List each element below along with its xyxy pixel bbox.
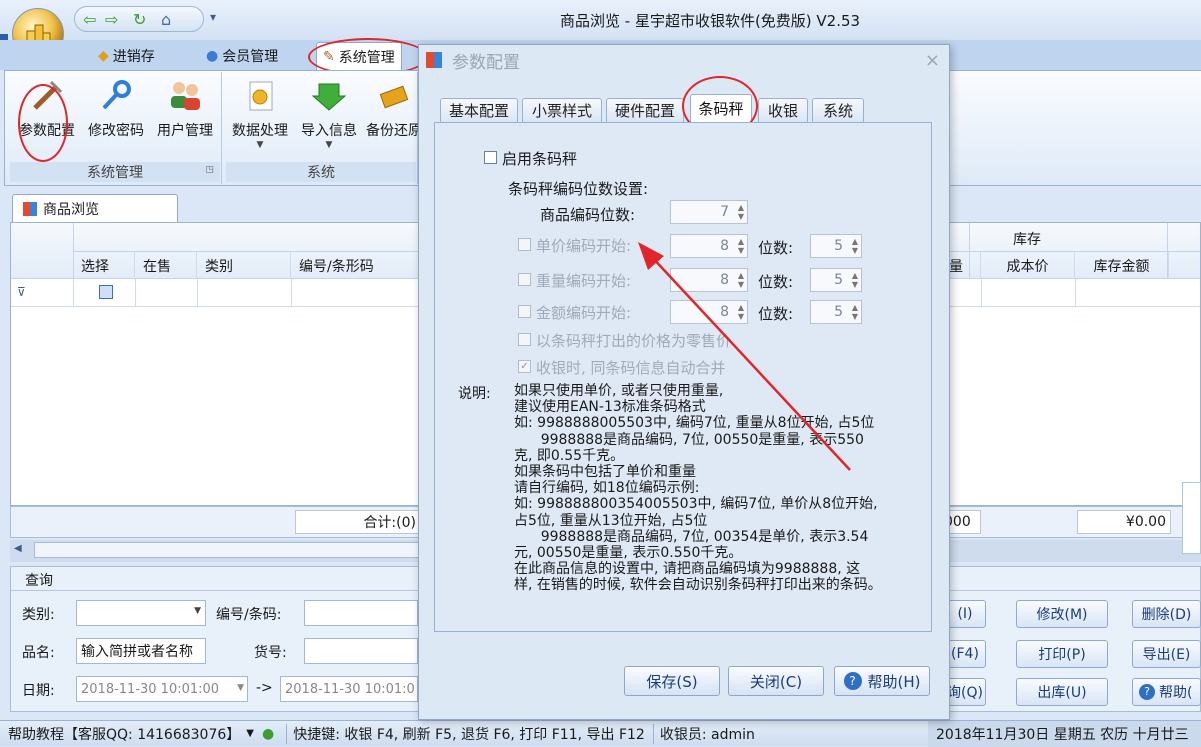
- backup-restore-button[interactable]: 备份还原: [366, 78, 418, 148]
- side-panel-edge: [1182, 482, 1201, 554]
- shortcuts-text: 快捷键: 收银 F4, 刷新 F5, 退货 F6, 打印 F11, 导出 F12: [286, 723, 645, 744]
- tab-hardware-config[interactable]: 硬件配置: [606, 98, 684, 122]
- col-cost-price[interactable]: 成本价: [981, 252, 1075, 279]
- dialog-close-icon[interactable]: ×: [925, 50, 940, 71]
- weight-checkbox[interactable]: [518, 273, 531, 286]
- print-button[interactable]: 打印(P): [1016, 640, 1108, 668]
- col-select[interactable]: 选择: [73, 252, 135, 279]
- edit-button[interactable]: 修改(M): [1016, 600, 1108, 628]
- annotation-arrow: [638, 242, 851, 471]
- qat-dropdown-icon[interactable]: ▾: [210, 10, 216, 24]
- note-label: 说明:: [458, 386, 491, 402]
- export-button[interactable]: 导出(E): [1132, 640, 1201, 668]
- merge-checkbox[interactable]: ✓: [518, 360, 531, 373]
- gear-document-icon: [242, 78, 278, 114]
- delete-button[interactable]: 删除(D): [1132, 600, 1201, 628]
- name-label: 品名:: [22, 645, 55, 661]
- group-header-stock: 库存: [1013, 232, 1041, 248]
- sum-count: 合计:(0): [295, 510, 421, 534]
- date-label: 日期:: [22, 683, 55, 699]
- unit-price-checkbox[interactable]: [518, 238, 531, 251]
- import-info-button[interactable]: 导入信息 ▼: [296, 78, 362, 150]
- name-input[interactable]: 输入简拼或者名称: [76, 638, 206, 664]
- category-label: 类别:: [22, 607, 55, 623]
- help-tutorial-link[interactable]: 帮助教程【客服QQ: 1416683076】: [0, 724, 240, 744]
- query-button[interactable]: 询(Q): [944, 678, 986, 706]
- scroll-thumb[interactable]: [34, 542, 424, 558]
- col-code-barcode[interactable]: 编号/条形码: [291, 252, 421, 279]
- doc-tab-goods-browse[interactable]: 商品浏览: [12, 194, 178, 222]
- help-icon: ?: [843, 672, 862, 690]
- use-scale-price-checkbox[interactable]: [518, 333, 531, 346]
- dialog-app-icon: [426, 52, 442, 68]
- import-arrow-icon: [311, 78, 347, 114]
- dropdown-arrow-icon: ▼: [256, 140, 264, 150]
- category-select[interactable]: ▼: [76, 600, 206, 626]
- scroll-left-icon[interactable]: ◀: [14, 543, 22, 554]
- sum-amount: ¥0.00: [1077, 510, 1171, 534]
- enable-scale-checkbox[interactable]: [484, 151, 497, 164]
- col-on-sale[interactable]: 在售: [135, 252, 197, 279]
- home-icon[interactable]: ⌂: [161, 10, 171, 29]
- window-title: 商品浏览 - 星宇超市收银软件(免费版) V2.53: [560, 12, 861, 30]
- date-text: 2018年11月30日 星期五 农历 十月廿三: [928, 721, 1201, 747]
- tab-checkout[interactable]: 收银: [758, 98, 808, 122]
- col-category[interactable]: 类别: [197, 252, 291, 279]
- tab-inventory[interactable]: ◆ 进销存: [92, 44, 161, 68]
- close-button[interactable]: 关闭(C): [728, 666, 824, 696]
- enable-scale-label: 启用条码秤: [502, 150, 578, 168]
- add-button[interactable]: (I): [944, 600, 986, 628]
- tab-basic-config[interactable]: 基本配置: [440, 98, 518, 122]
- back-arrow-icon[interactable]: ⇦: [83, 10, 96, 29]
- wechat-icon[interactable]: ●: [262, 726, 274, 742]
- code-label: 编号/条码:: [216, 607, 282, 623]
- cargo-label: 货号:: [254, 645, 287, 661]
- col-stock-amount[interactable]: 库存金额: [1075, 252, 1169, 279]
- tab-receipt-style[interactable]: 小票样式: [522, 98, 602, 122]
- status-bar: 帮助教程【客服QQ: 1416683076】 ▼ ● 快捷键: 收银 F4, 刷…: [0, 720, 1201, 747]
- dialog-help-button[interactable]: ? 帮助(H): [834, 666, 930, 696]
- dropdown-arrow-icon: ▼: [325, 140, 333, 150]
- outstock-button[interactable]: 出库(U): [1016, 678, 1108, 706]
- chevron-down-icon[interactable]: ▼: [237, 683, 244, 693]
- filter-icon[interactable]: ⊽: [17, 285, 26, 299]
- select-all-checkbox[interactable]: [99, 285, 113, 299]
- amount-checkbox[interactable]: [518, 305, 531, 318]
- date-separator: ->: [256, 680, 273, 696]
- dialog-title-bar: 参数配置 ×: [418, 44, 950, 76]
- dialog-launcher-icon[interactable]: ◳: [205, 165, 214, 175]
- help-button[interactable]: ? 帮助(: [1132, 678, 1201, 706]
- help-icon: ?: [1139, 684, 1155, 700]
- forward-arrow-icon[interactable]: ⇨: [105, 10, 118, 29]
- highlight-circle-param-config: [18, 84, 68, 162]
- chevron-down-icon[interactable]: ▼: [246, 728, 254, 739]
- change-password-button[interactable]: 修改密码: [84, 78, 148, 148]
- date-to-input[interactable]: 2018-11-30 10:01:0: [280, 676, 418, 702]
- refresh-icon[interactable]: ↻: [133, 10, 146, 29]
- group-label-system-management: 系统管理 ◳: [10, 162, 220, 182]
- inventory-icon: ◆: [98, 48, 109, 64]
- data-processing-button[interactable]: 数据处理 ▼: [228, 78, 292, 150]
- date-from-input[interactable]: 2018-11-30 10:01:00 ▼: [76, 676, 248, 702]
- code-input[interactable]: [304, 600, 418, 626]
- backup-icon: [376, 78, 412, 114]
- members-icon: ●: [206, 48, 219, 64]
- user-management-button[interactable]: 用户管理: [152, 78, 218, 148]
- cashier-text: 收银员: admin: [652, 723, 755, 744]
- chevron-down-icon: ▼: [194, 606, 201, 616]
- cargo-input[interactable]: [304, 638, 418, 664]
- goods-icon: [23, 201, 37, 216]
- users-icon: [167, 78, 203, 114]
- f4-button[interactable]: (F4): [944, 640, 986, 668]
- save-button[interactable]: 保存(S): [624, 666, 720, 696]
- section-label: 条码秤编码位数设置:: [508, 180, 649, 198]
- key-icon: [98, 78, 134, 114]
- quick-access-toolbar: ⇦ ⇨ ↻ ⌂: [74, 6, 204, 32]
- spin-arrows-icon[interactable]: ▲ ▼: [738, 203, 744, 221]
- group-label-system: 系统: [226, 162, 416, 182]
- tab-system[interactable]: 系统: [812, 98, 864, 122]
- tab-members[interactable]: ● 会员管理: [200, 44, 284, 68]
